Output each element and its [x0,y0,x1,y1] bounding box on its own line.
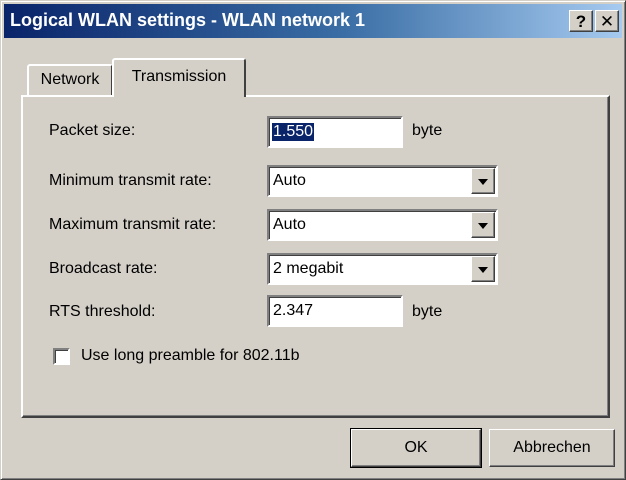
ok-button-label: OK [404,439,428,456]
long-preamble-label[interactable]: Use long preamble for 802.11b [81,347,300,365]
min-rate-select[interactable]: Auto [267,165,498,197]
tab-network-label: Network [40,71,100,88]
max-rate-value: Auto [273,216,306,233]
rts-threshold-unit: byte [412,303,443,320]
tab-network[interactable]: Network [27,64,113,96]
help-icon: ? [575,12,587,31]
packet-size-value: 1.550 [272,123,315,141]
min-rate-value: Auto [273,172,306,189]
packet-size-label: Packet size: [49,122,136,139]
help-button[interactable]: ? [569,10,593,32]
rts-threshold-value: 2.347 [273,302,314,319]
chevron-down-icon [478,267,488,273]
min-rate-dropdown-button[interactable] [471,168,495,194]
rts-threshold-input[interactable]: 2.347 [267,295,403,327]
rts-threshold-label: RTS threshold: [49,303,156,320]
broadcast-rate-select[interactable]: 2 megabit [267,253,498,285]
dialog-window: Logical WLAN settings - WLAN network 1 ?… [0,0,626,480]
broadcast-rate-value: 2 megabit [273,260,344,277]
cancel-button-label: Abbrechen [513,439,591,456]
broadcast-rate-dropdown-button[interactable] [471,256,495,282]
packet-size-unit: byte [412,122,443,139]
long-preamble-checkbox[interactable] [53,348,70,365]
max-rate-dropdown-button[interactable] [471,212,495,238]
tab-transmission-label: Transmission [131,68,227,85]
window-title: Logical WLAN settings - WLAN network 1 [10,10,366,30]
chevron-down-icon [478,179,488,185]
title-bar[interactable]: Logical WLAN settings - WLAN network 1 ?… [4,4,622,38]
max-rate-select[interactable]: Auto [267,209,498,241]
packet-size-input[interactable]: 1.550 [267,116,403,148]
min-rate-label: Minimum transmit rate: [49,172,212,189]
max-rate-label: Maximum transmit rate: [49,216,217,233]
close-icon: ✕ [599,12,615,31]
tab-transmission[interactable]: Transmission [112,58,246,97]
chevron-down-icon [478,223,488,229]
cancel-button[interactable]: Abbrechen [489,429,615,467]
broadcast-rate-label: Broadcast rate: [49,260,158,277]
ok-button[interactable]: OK [350,428,482,468]
close-button[interactable]: ✕ [595,10,619,32]
